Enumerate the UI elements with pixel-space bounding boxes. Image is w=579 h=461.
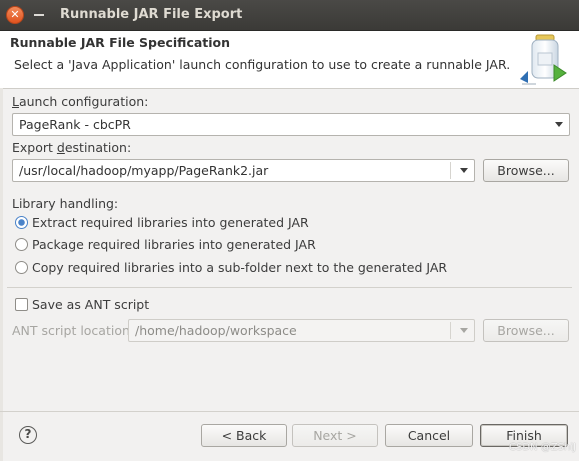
watermark: CSDN @ZShiJ bbox=[509, 442, 576, 453]
launch-config-value: PageRank - cbcPR bbox=[19, 117, 131, 132]
title-bar: ✕ Runnable JAR File Export bbox=[0, 0, 579, 31]
ant-location-label: ANT script location: bbox=[12, 323, 135, 338]
export-browse-button[interactable]: Browse... bbox=[483, 159, 569, 182]
radio-package-label[interactable]: Package required libraries into generate… bbox=[32, 237, 316, 252]
radio-copy-label[interactable]: Copy required libraries into a sub-folde… bbox=[32, 260, 447, 275]
minimize-window-button[interactable] bbox=[30, 6, 48, 24]
jar-export-icon bbox=[520, 34, 567, 85]
window-title: Runnable JAR File Export bbox=[60, 7, 243, 22]
ant-browse-button[interactable]: Browse... bbox=[483, 319, 569, 342]
wizard-page-title: Runnable JAR File Specification bbox=[10, 35, 231, 50]
help-icon[interactable]: ? bbox=[19, 426, 37, 444]
radio-package-libraries[interactable] bbox=[15, 238, 28, 251]
radio-extract-libraries[interactable] bbox=[15, 216, 28, 229]
window-edge bbox=[0, 88, 3, 461]
export-destination-value: /usr/local/hadoop/myapp/PageRank2.jar bbox=[19, 163, 269, 178]
export-destination-input[interactable]: /usr/local/hadoop/myapp/PageRank2.jar bbox=[12, 159, 475, 182]
wizard-header: Runnable JAR File Specification Select a… bbox=[0, 31, 579, 89]
combo-separator bbox=[450, 162, 451, 179]
library-handling-label: Library handling: bbox=[12, 196, 119, 211]
back-button[interactable]: < Back bbox=[201, 424, 287, 447]
save-ant-label[interactable]: Save as ANT script bbox=[32, 297, 149, 312]
radio-extract-label[interactable]: Extract required libraries into generate… bbox=[32, 215, 309, 230]
launch-config-label-text: aunch configuration: bbox=[18, 94, 149, 109]
chevron-down-icon bbox=[460, 168, 468, 173]
save-ant-checkbox[interactable] bbox=[15, 298, 28, 311]
chevron-down-icon bbox=[555, 122, 563, 127]
radio-copy-libraries[interactable] bbox=[15, 261, 28, 274]
footer-divider bbox=[0, 411, 579, 412]
section-divider bbox=[7, 287, 572, 288]
cancel-button[interactable]: Cancel bbox=[385, 424, 473, 447]
next-button[interactable]: Next > bbox=[292, 424, 378, 447]
launch-config-label: Launch configuration: bbox=[12, 94, 149, 109]
ant-location-input[interactable]: /home/hadoop/workspace bbox=[128, 319, 475, 342]
launch-config-select[interactable]: PageRank - cbcPR bbox=[12, 113, 570, 136]
close-window-button[interactable]: ✕ bbox=[6, 6, 24, 24]
chevron-down-icon bbox=[460, 328, 468, 333]
combo-separator bbox=[450, 322, 451, 339]
wizard-page-description: Select a 'Java Application' launch confi… bbox=[14, 57, 511, 72]
export-destination-label: Export destination: bbox=[12, 140, 132, 155]
ant-location-value: /home/hadoop/workspace bbox=[135, 323, 297, 338]
